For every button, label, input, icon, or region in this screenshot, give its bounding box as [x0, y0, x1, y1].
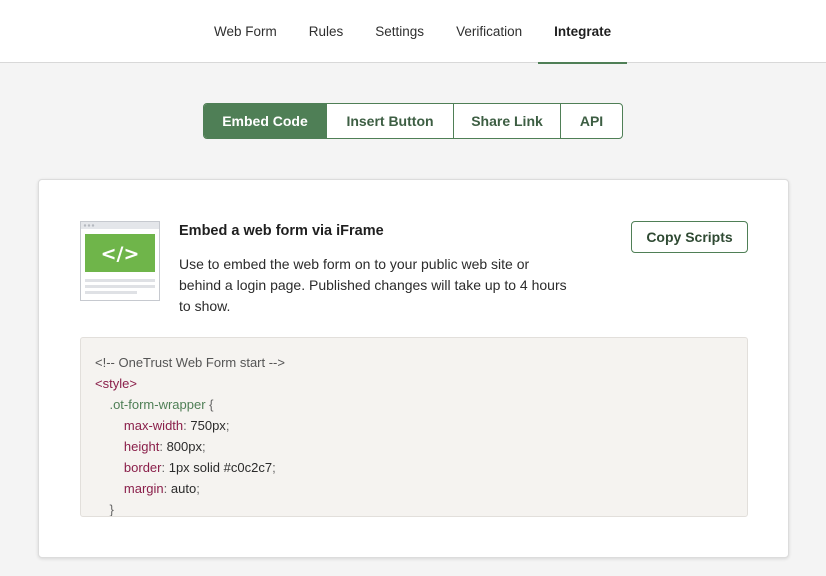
tab-label: Verification: [456, 24, 523, 39]
code-value: 750px: [190, 418, 226, 433]
code-glyph: </>: [101, 243, 140, 265]
segment-share-link[interactable]: Share Link: [454, 104, 561, 138]
code-property: margin: [123, 481, 164, 496]
code-property: height: [123, 439, 160, 454]
code-line: }: [95, 499, 747, 517]
code-property: max-width: [123, 418, 184, 433]
embed-card: </> Embed a web form via iFrame Use to e…: [38, 179, 789, 558]
tab-integrate[interactable]: Integrate: [538, 0, 628, 64]
code-value: 1px solid #c0c2c7: [168, 460, 273, 475]
code-line: margin: auto;: [123, 481, 200, 496]
tab-label: Rules: [308, 24, 344, 39]
segment-insert-button[interactable]: Insert Button: [327, 104, 454, 138]
code-line: .ot-form-wrapper {: [95, 394, 747, 415]
code-value: 800px: [166, 439, 202, 454]
code-selector: .ot-form-wrapper: [109, 397, 206, 412]
code-property: border: [123, 460, 162, 475]
embed-code-block[interactable]: <!-- OneTrust Web Form start --> <style>…: [80, 337, 748, 517]
tab-label: Settings: [375, 24, 425, 39]
tab-label: Web Form: [214, 24, 277, 39]
embed-description: Use to embed the web form on to your pub…: [179, 256, 567, 314]
code-comment: <!-- OneTrust Web Form start -->: [95, 355, 285, 370]
code-embed-icon: </>: [80, 221, 160, 301]
code-line: max-width: 750px;: [123, 418, 230, 433]
segment-embed-code[interactable]: Embed Code: [204, 104, 327, 138]
tab-rules[interactable]: Rules: [293, 0, 360, 63]
code-line: <style>: [95, 373, 747, 394]
integration-type-selector: Embed Code Insert Button Share Link API: [203, 103, 623, 139]
segment-api[interactable]: API: [561, 104, 622, 138]
code-line: height: 800px;: [123, 439, 206, 454]
copy-scripts-button[interactable]: Copy Scripts: [631, 221, 748, 253]
code-value: auto: [170, 481, 197, 496]
code-style-tag: <style>: [95, 376, 137, 391]
tab-settings[interactable]: Settings: [359, 0, 440, 63]
code-line: <!-- OneTrust Web Form start -->: [95, 352, 747, 373]
tab-web-form[interactable]: Web Form: [198, 0, 293, 63]
code-brace-open: {: [209, 397, 214, 412]
top-nav: Web Form Rules Settings Verification Int…: [0, 0, 826, 64]
code-line: border: 1px solid #c0c2c7;: [123, 460, 276, 475]
code-brace-close: }: [109, 502, 114, 517]
tab-verification[interactable]: Verification: [440, 0, 538, 63]
tab-label: Integrate: [554, 24, 612, 39]
embed-title: Embed a web form via iFrame: [179, 223, 384, 239]
tab-list: Web Form Rules Settings Verification Int…: [198, 0, 628, 64]
